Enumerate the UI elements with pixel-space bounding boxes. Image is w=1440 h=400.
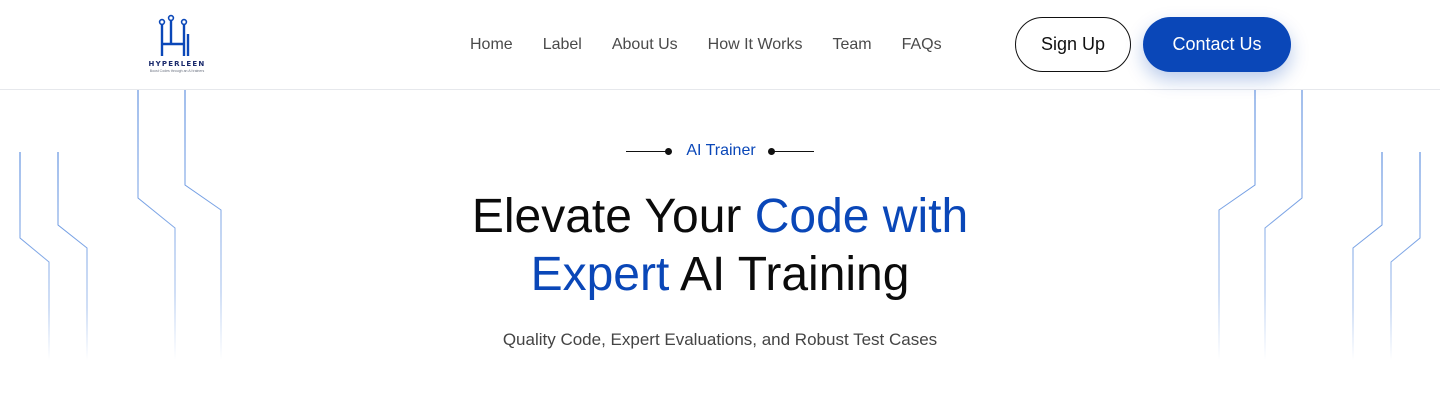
nav-team[interactable]: Team xyxy=(832,34,871,56)
site-header: HYPERLEEN Boost Codes through an AI trai… xyxy=(0,0,1440,90)
headline-part-1: Elevate Your xyxy=(471,190,755,243)
logo-wordmark: HYPERLEEN xyxy=(148,60,206,68)
eyebrow-label: AI Trainer xyxy=(686,142,756,159)
nav-how-it-works[interactable]: How It Works xyxy=(708,34,803,56)
eyebrow-dash-left xyxy=(626,147,673,155)
hyperleen-logo-icon xyxy=(158,14,190,56)
logo[interactable]: HYPERLEEN Boost Codes through an AI trai… xyxy=(148,14,208,76)
nav-label[interactable]: Label xyxy=(543,34,582,56)
contact-us-button[interactable]: Contact Us xyxy=(1143,17,1291,72)
hero-headline: Elevate Your Code with Expert AI Trainin… xyxy=(0,188,1440,304)
logo-tagline: Boost Codes through an AI trainers xyxy=(149,69,205,73)
main-nav: Home Label About Us How It Works Team FA… xyxy=(470,34,942,56)
headline-part-3: Expert xyxy=(530,248,670,301)
headline-part-2: Code with xyxy=(754,190,969,243)
nav-home[interactable]: Home xyxy=(470,34,513,56)
eyebrow: AI Trainer xyxy=(0,140,1440,162)
nav-about-us[interactable]: About Us xyxy=(612,34,678,56)
headline-part-4: AI Training xyxy=(669,248,910,301)
sign-up-button[interactable]: Sign Up xyxy=(1015,17,1131,72)
hero-subtitle: Quality Code, Expert Evaluations, and Ro… xyxy=(502,330,938,349)
nav-faqs[interactable]: FAQs xyxy=(902,34,942,56)
eyebrow-dash-right xyxy=(767,147,814,155)
